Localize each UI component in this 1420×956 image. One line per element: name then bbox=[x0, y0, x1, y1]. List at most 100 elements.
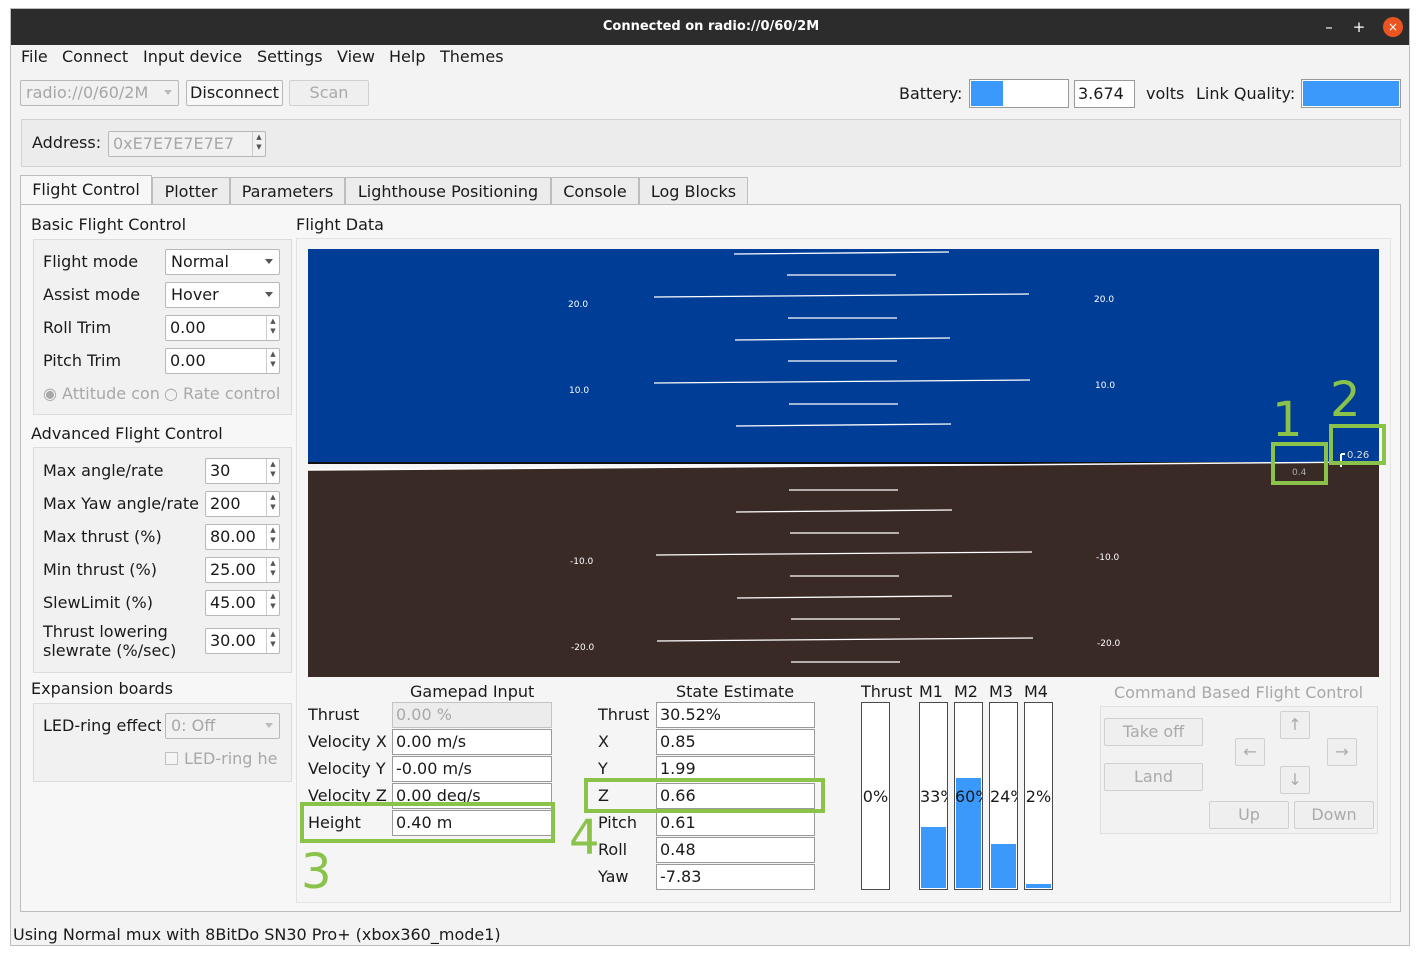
uri-select[interactable]: radio://0/60/2M bbox=[20, 80, 179, 106]
m3-bar: 24% bbox=[989, 702, 1018, 890]
led-ring-effect-value: 0: Off bbox=[171, 716, 216, 735]
pitch-trim-value: 0.00 bbox=[170, 351, 206, 370]
se-thrust-label: Thrust bbox=[598, 705, 650, 724]
pitch-trim-input[interactable]: 0.00 ▲ ▼ bbox=[165, 348, 280, 374]
menu-settings[interactable]: Settings bbox=[257, 47, 323, 66]
spin-arrows-icon[interactable]: ▲ ▼ bbox=[266, 492, 279, 516]
pitch-label: -10.0 bbox=[570, 557, 594, 567]
led-ring-headlight-checkbox[interactable]: LED-ring he bbox=[165, 748, 280, 770]
link-quality-bar bbox=[1301, 79, 1401, 108]
se-y-label: Y bbox=[598, 759, 608, 778]
motor-bar-label-thrust: Thrust bbox=[861, 682, 913, 701]
thrust-lowering-label-line1: Thrust lowering bbox=[43, 622, 168, 641]
menu-file[interactable]: File bbox=[21, 47, 48, 66]
led-ring-headlight-label: LED-ring he bbox=[184, 749, 278, 768]
menu-input-device[interactable]: Input device bbox=[143, 47, 242, 66]
sky bbox=[308, 249, 1379, 464]
thrust-lowering-value: 30.00 bbox=[210, 631, 256, 650]
tab-log-blocks[interactable]: Log Blocks bbox=[639, 177, 748, 205]
motor-bar-label-m1: M1 bbox=[919, 682, 943, 701]
annotation-box-3 bbox=[300, 802, 555, 843]
arrow-down-button[interactable]: ↓ bbox=[1280, 766, 1310, 794]
arrow-left-button[interactable]: ← bbox=[1235, 738, 1265, 766]
gamepad-input-title: Gamepad Input bbox=[410, 682, 535, 701]
spin-arrows-icon[interactable]: ▲ ▼ bbox=[266, 316, 279, 340]
annotation-number-2: 2 bbox=[1330, 372, 1361, 428]
menu-connect[interactable]: Connect bbox=[62, 47, 128, 66]
rate-radio[interactable]: ○ Rate control bbox=[164, 384, 280, 403]
battery-voltage: 3.674 bbox=[1074, 80, 1135, 108]
down-button[interactable]: Down bbox=[1294, 801, 1374, 829]
max-thrust-input[interactable]: 80.00 ▲ ▼ bbox=[205, 524, 280, 550]
led-ring-effect-select[interactable]: 0: Off bbox=[165, 713, 280, 739]
m4-bar: 2% bbox=[1024, 702, 1053, 890]
spin-arrows-icon: ▲ ▼ bbox=[252, 132, 265, 156]
menu-help[interactable]: Help bbox=[389, 47, 425, 66]
se-thrust-value: 30.52% bbox=[656, 702, 815, 728]
chevron-down-icon bbox=[265, 723, 273, 728]
up-button[interactable]: Up bbox=[1209, 801, 1289, 829]
tab-lighthouse-positioning[interactable]: Lighthouse Positioning bbox=[345, 177, 551, 205]
led-ring-effect-label: LED-ring effect bbox=[43, 716, 161, 735]
spin-arrows-icon[interactable]: ▲ ▼ bbox=[266, 459, 279, 483]
assist-mode-value: Hover bbox=[171, 285, 219, 304]
se-yaw-label: Yaw bbox=[598, 867, 629, 886]
disconnect-button[interactable]: Disconnect bbox=[186, 80, 283, 106]
attitude-radio[interactable]: ◉ Attitude con bbox=[43, 384, 160, 403]
radio-unchecked-icon: ○ bbox=[164, 384, 184, 403]
min-thrust-input[interactable]: 25.00 ▲ ▼ bbox=[205, 557, 280, 583]
gp-velocity-x-value: 0.00 m/s bbox=[392, 729, 552, 755]
radio-checked-icon: ◉ bbox=[43, 384, 63, 403]
motor-bar-label-m3: M3 bbox=[989, 682, 1013, 701]
maximize-button[interactable]: + bbox=[1349, 17, 1369, 37]
chevron-down-icon bbox=[265, 292, 273, 297]
menu-themes[interactable]: Themes bbox=[440, 47, 504, 66]
max-angle-input[interactable]: 30 ▲ ▼ bbox=[205, 458, 280, 484]
thrust-bar: 0% bbox=[861, 702, 890, 890]
tab-parameters[interactable]: Parameters bbox=[230, 177, 345, 205]
attitude-indicator-svg: 20.0 20.0 10.0 10.0 -10.0 -10.0 -20.0 -2… bbox=[308, 249, 1379, 677]
spin-arrows-icon[interactable]: ▲ ▼ bbox=[266, 591, 279, 615]
link-quality-label: Link Quality: bbox=[1196, 84, 1296, 103]
menu-view[interactable]: View bbox=[337, 47, 375, 66]
land-button[interactable]: Land bbox=[1104, 763, 1203, 791]
pitch-label: -10.0 bbox=[1096, 553, 1120, 563]
flight-mode-value: Normal bbox=[171, 252, 229, 271]
thrust-lowering-label-line2: slewrate (%/sec) bbox=[43, 641, 177, 660]
arrow-up-button[interactable]: ↑ bbox=[1280, 711, 1310, 739]
close-button[interactable]: × bbox=[1383, 17, 1403, 37]
advanced-flight-control-title: Advanced Flight Control bbox=[31, 424, 223, 443]
arrow-right-button[interactable]: → bbox=[1327, 738, 1357, 766]
address-input[interactable]: 0xE7E7E7E7E7 ▲ ▼ bbox=[108, 131, 266, 157]
assist-mode-select[interactable]: Hover bbox=[165, 282, 280, 308]
spin-arrows-icon[interactable]: ▲ ▼ bbox=[266, 629, 279, 653]
scan-button[interactable]: Scan bbox=[289, 80, 369, 106]
m3-bar-fill bbox=[991, 844, 1016, 888]
max-thrust-value: 80.00 bbox=[210, 527, 256, 546]
slew-limit-input[interactable]: 45.00 ▲ ▼ bbox=[205, 590, 280, 616]
tab-console[interactable]: Console bbox=[551, 177, 639, 205]
take-off-button[interactable]: Take off bbox=[1104, 718, 1203, 746]
slew-limit-label: SlewLimit (%) bbox=[43, 593, 153, 612]
thrust-lowering-input[interactable]: 30.00 ▲ ▼ bbox=[205, 628, 280, 654]
m2-bar: 60% bbox=[954, 702, 983, 890]
uri-select-value: radio://0/60/2M bbox=[26, 83, 149, 102]
m2-bar-text: 60% bbox=[955, 787, 982, 806]
motor-bar-label-m2: M2 bbox=[954, 682, 978, 701]
tab-flight-control[interactable]: Flight Control bbox=[20, 175, 152, 205]
max-yaw-input[interactable]: 200 ▲ ▼ bbox=[205, 491, 280, 517]
pitch-label: -20.0 bbox=[1097, 639, 1121, 649]
tab-plotter[interactable]: Plotter bbox=[152, 177, 230, 205]
max-angle-label: Max angle/rate bbox=[43, 461, 164, 480]
spin-arrows-icon[interactable]: ▲ ▼ bbox=[266, 525, 279, 549]
flight-data-title: Flight Data bbox=[296, 215, 384, 234]
flight-mode-select[interactable]: Normal bbox=[165, 249, 280, 275]
link-quality-bar-fill bbox=[1303, 81, 1399, 106]
spin-arrows-icon[interactable]: ▲ ▼ bbox=[266, 349, 279, 373]
status-bar: Using Normal mux with 8BitDo SN30 Pro+ (… bbox=[13, 925, 501, 944]
spin-arrows-icon[interactable]: ▲ ▼ bbox=[266, 558, 279, 582]
gp-velocity-y-value: -0.00 m/s bbox=[392, 756, 552, 782]
arrow-right-icon: → bbox=[1335, 742, 1349, 761]
roll-trim-input[interactable]: 0.00 ▲ ▼ bbox=[165, 315, 280, 341]
minimize-button[interactable]: – bbox=[1319, 17, 1339, 37]
